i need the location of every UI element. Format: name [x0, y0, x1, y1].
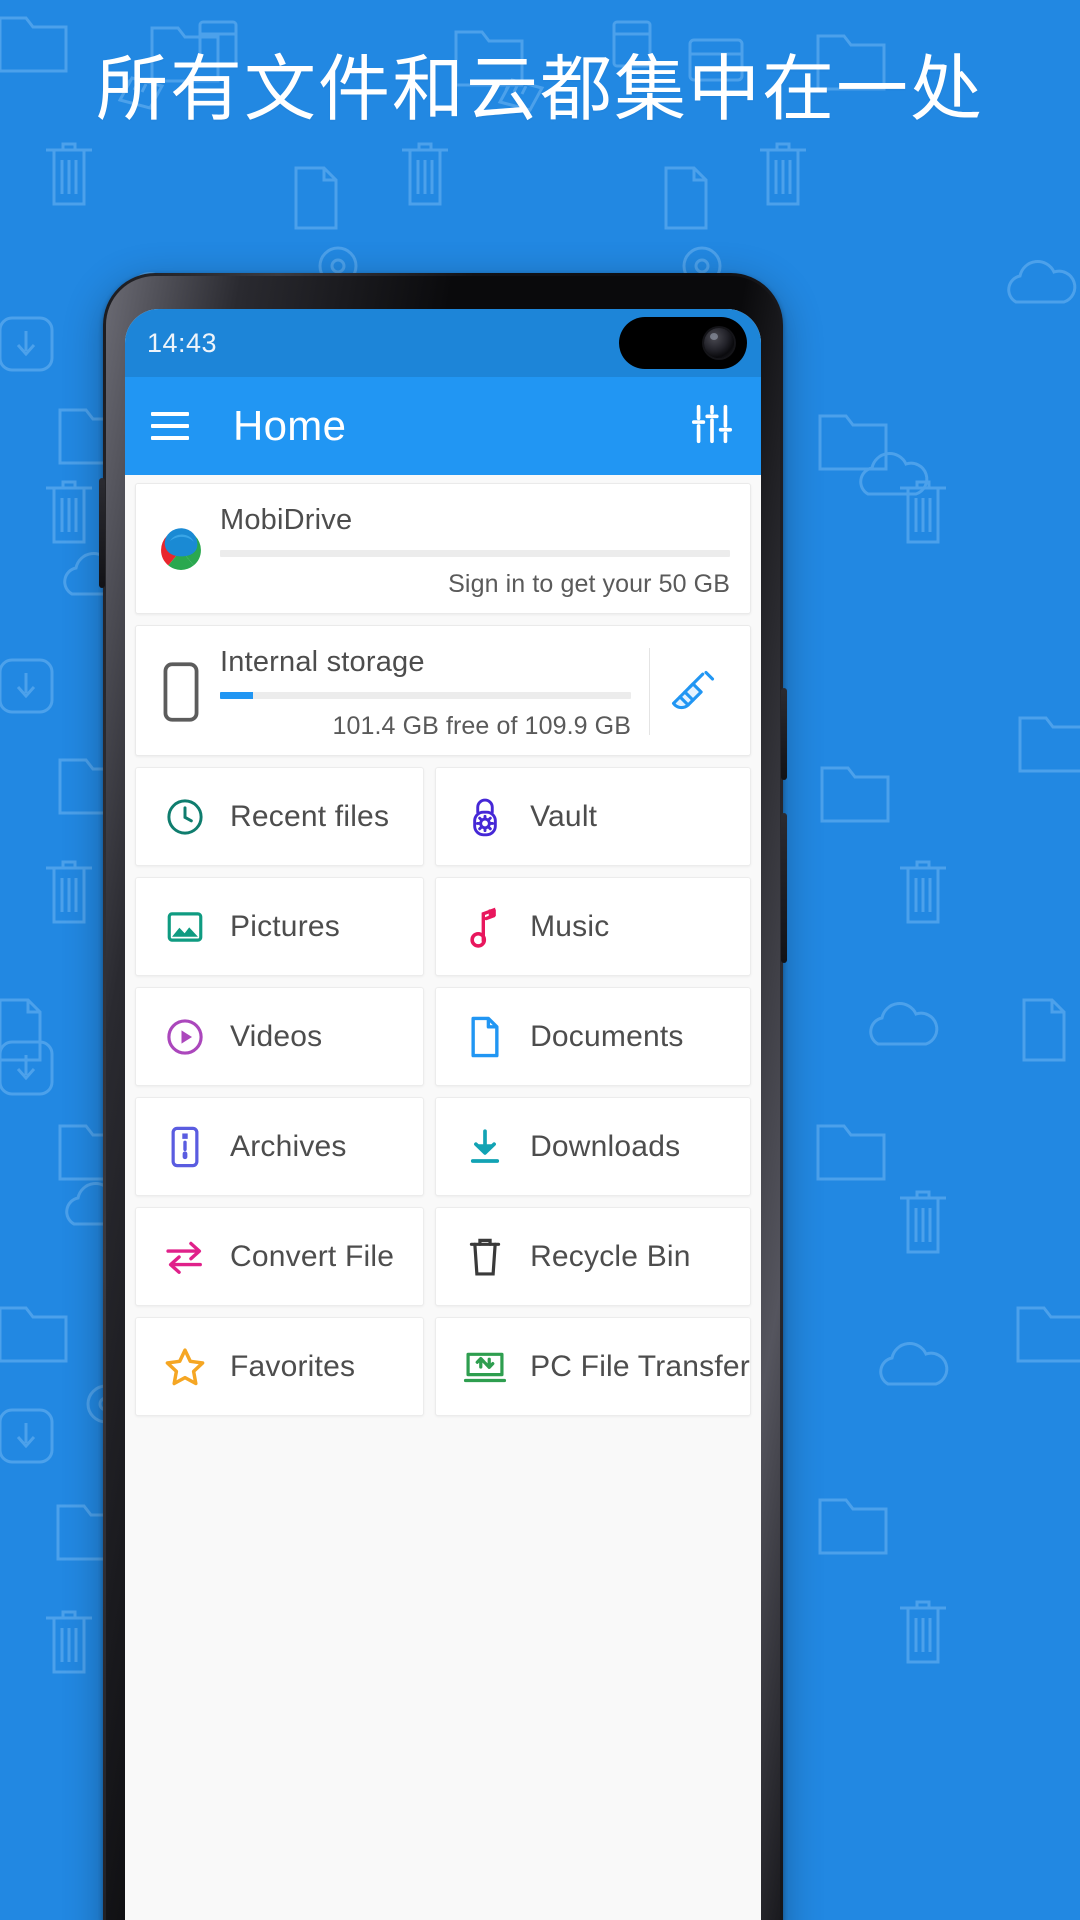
archive-zip-icon — [162, 1124, 208, 1170]
tile-label: Recycle Bin — [530, 1239, 691, 1273]
storage-name: Internal storage — [220, 646, 425, 678]
tile-videos[interactable]: Videos — [135, 987, 425, 1086]
tile-label: Videos — [230, 1019, 323, 1053]
tile-pc-file-transfer[interactable]: PC File Transfer — [435, 1317, 751, 1416]
hamburger-menu-icon[interactable] — [151, 412, 189, 440]
tile-music[interactable]: Music — [435, 877, 751, 976]
tile-label: Favorites — [230, 1349, 356, 1383]
tile-label: Vault — [530, 799, 598, 833]
play-circle-icon — [162, 1014, 208, 1060]
account-info: MobiDrive Sign in to get your 50 GB — [212, 500, 736, 599]
convert-arrows-icon — [162, 1234, 208, 1280]
camera-cutout — [619, 317, 747, 369]
phone-bixby-button — [781, 813, 787, 963]
phone-power-button — [781, 688, 787, 780]
tile-archives[interactable]: Archives — [135, 1097, 425, 1196]
tile-downloads[interactable]: Downloads — [435, 1097, 751, 1196]
tile-favorites[interactable]: Favorites — [135, 1317, 425, 1416]
tile-label: Downloads — [530, 1129, 681, 1163]
trash-bin-icon — [462, 1234, 508, 1280]
app-bar: Home — [125, 377, 761, 475]
promo-headline: 所有文件和云都集中在一处 — [95, 47, 984, 131]
tile-vault[interactable]: Vault — [435, 767, 751, 866]
page-title: Home — [233, 402, 347, 449]
tile-label: Pictures — [230, 909, 340, 943]
phone-screen: 14:43 Home MobiDrive Sign in to get your… — [125, 309, 761, 1920]
status-bar: 14:43 — [125, 309, 761, 377]
phone-volume-button — [99, 478, 105, 588]
phone-storage-icon — [150, 642, 212, 741]
image-icon — [162, 904, 208, 950]
tile-documents[interactable]: Documents — [435, 987, 751, 1086]
home-content: MobiDrive Sign in to get your 50 GB Inte… — [125, 475, 761, 1920]
shortcut-grid: Recent files Vault Pictures Music Videos… — [135, 767, 751, 1416]
tile-pictures[interactable]: Pictures — [135, 877, 425, 976]
front-camera-lens-icon — [704, 328, 734, 358]
tile-label: Music — [530, 909, 610, 943]
phone-mockup: 14:43 Home MobiDrive Sign in to get your… — [99, 273, 787, 1920]
storage-info: Internal storage 101.4 GB free of 109.9 … — [212, 642, 637, 741]
settings-sliders-icon[interactable] — [689, 401, 735, 452]
account-name: MobiDrive — [220, 504, 353, 536]
star-icon — [162, 1344, 208, 1390]
account-progress-bar — [220, 550, 730, 557]
tile-recycle-bin[interactable]: Recycle Bin — [435, 1207, 751, 1306]
clock-icon — [162, 794, 208, 840]
lock-vault-icon — [462, 794, 508, 840]
tile-convert-file[interactable]: Convert File — [135, 1207, 425, 1306]
tile-label: Documents — [530, 1019, 684, 1053]
storage-free-label: 101.4 GB free of 109.9 GB — [332, 712, 631, 740]
download-icon — [462, 1124, 508, 1170]
status-bar-clock: 14:43 — [147, 327, 218, 358]
tile-label: PC File Transfer — [530, 1349, 750, 1383]
mobidrive-logo-icon — [150, 500, 212, 599]
tile-label: Archives — [230, 1129, 347, 1163]
tile-label: Recent files — [230, 799, 390, 833]
storage-card-internal[interactable]: Internal storage 101.4 GB free of 109.9 … — [135, 625, 751, 756]
document-icon — [462, 1014, 508, 1060]
tile-label: Convert File — [230, 1239, 395, 1273]
tile-recent-files[interactable]: Recent files — [135, 767, 425, 866]
music-note-icon — [462, 904, 508, 950]
broom-clean-icon[interactable] — [650, 642, 736, 741]
pc-transfer-icon — [462, 1344, 508, 1390]
account-signin-hint[interactable]: Sign in to get your 50 GB — [220, 570, 730, 599]
account-card-mobidrive[interactable]: MobiDrive Sign in to get your 50 GB — [135, 483, 751, 614]
storage-progress-bar — [220, 692, 631, 699]
